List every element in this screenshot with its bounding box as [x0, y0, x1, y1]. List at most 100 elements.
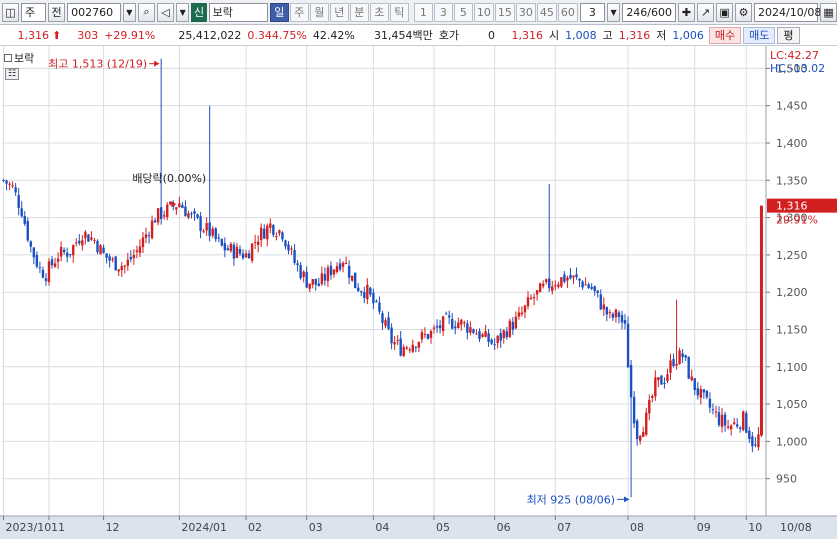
candle-body	[96, 240, 99, 253]
open-label: 시	[549, 29, 560, 42]
calendar-icon[interactable]: ▦	[820, 2, 837, 22]
candle-body	[563, 274, 566, 282]
legend-hc: HC:-13.02	[770, 62, 826, 75]
last-candle-body	[759, 205, 763, 436]
candle-body	[17, 195, 20, 208]
candle-body	[399, 338, 402, 356]
candle-body	[578, 278, 581, 281]
candle-body	[193, 211, 196, 214]
high-label: 고	[602, 29, 613, 42]
interval-tab-45[interactable]: 45	[536, 2, 557, 22]
candle-body	[669, 360, 672, 373]
interval-tab-10[interactable]: 10	[473, 2, 494, 22]
search-icon[interactable]: ⌕	[138, 2, 156, 22]
candle-body	[81, 240, 84, 246]
line-tool-icon[interactable]: ↗	[697, 2, 715, 22]
candle-body	[26, 220, 29, 241]
candle-body	[611, 313, 615, 318]
candle-body	[205, 223, 208, 231]
crosshair-icon[interactable]: ✚	[678, 2, 696, 22]
candle-body	[156, 208, 160, 223]
legend-toggle-icon[interactable]	[4, 54, 12, 62]
period-tab-4[interactable]: 분	[349, 2, 369, 22]
candle-body	[675, 363, 678, 366]
save-icon[interactable]: ▣	[716, 2, 734, 22]
candlestick-chart[interactable]: 1,5001,4501,4001,3501,3001,2501,2001,150…	[0, 46, 837, 539]
candle-body	[250, 243, 254, 261]
candle-body	[363, 292, 366, 299]
period-tab-3[interactable]: 년	[329, 2, 349, 22]
candle-body	[708, 398, 712, 408]
sound-icon[interactable]: ◁	[157, 2, 175, 22]
candle-body	[93, 240, 96, 242]
candle-body	[481, 334, 484, 337]
interval-tab-5[interactable]: 5	[453, 2, 473, 22]
candle-body	[620, 315, 624, 323]
candle-body	[463, 322, 466, 324]
price-chart[interactable]: 1,500 1,450 1,400 1,350 1,300 1,250 1,200 1,150…	[0, 46, 837, 539]
date-field[interactable]: 2024/10/08	[754, 2, 821, 22]
candle-body	[78, 240, 81, 244]
candle-body	[651, 396, 654, 398]
x-tick-label: 08	[630, 521, 644, 534]
candle-body	[751, 436, 754, 447]
candle-body	[441, 316, 445, 332]
volume-ratio: 0.344.75%	[247, 28, 307, 42]
candle-body	[523, 305, 527, 313]
candle-body	[520, 312, 524, 315]
sound-dropdown-icon[interactable]: ▼	[176, 2, 190, 22]
candle-body	[323, 274, 327, 281]
volume: 25,412,022	[178, 28, 242, 42]
candle-body	[314, 278, 317, 285]
candle-body	[208, 222, 211, 237]
candle-body	[123, 265, 126, 267]
candle-body	[454, 326, 457, 329]
open-value: 1,008	[565, 28, 597, 42]
interval-dropdown-icon[interactable]: ▼	[606, 2, 621, 22]
candle-body	[147, 235, 151, 237]
candle-body	[678, 350, 681, 365]
period-tab-2[interactable]: 월	[309, 2, 329, 22]
prev-button[interactable]: 전	[48, 2, 66, 22]
custom-interval-input[interactable]: 3	[579, 2, 605, 22]
change-value: 303	[77, 28, 99, 42]
candle-body	[129, 256, 133, 260]
candle-body	[642, 432, 645, 437]
candle-body	[308, 283, 311, 289]
indicator-list-icon[interactable]: ☷	[5, 68, 19, 80]
chart-layout-icon[interactable]: ◫	[2, 2, 19, 22]
hoga-value: 0	[488, 28, 496, 42]
candle-body	[426, 334, 430, 339]
code-dropdown-icon[interactable]: ▼	[122, 2, 137, 22]
candle-body	[120, 266, 123, 271]
stock-code-input[interactable]: 002760	[67, 2, 121, 22]
candle-body	[65, 252, 69, 257]
sell-button[interactable]: 매도	[743, 26, 776, 44]
interval-tab-3[interactable]: 3	[433, 2, 453, 22]
candle-body	[14, 187, 17, 193]
count-field[interactable]: 246/600	[622, 2, 677, 22]
eval-button[interactable]: 평	[777, 26, 800, 44]
candle-body	[390, 327, 393, 344]
y-tick-label: 1,450	[776, 100, 808, 113]
period-tab-0[interactable]: 일	[269, 2, 289, 22]
candle-body	[11, 185, 14, 187]
interval-tab-30[interactable]: 30	[515, 2, 536, 22]
candle-body	[353, 272, 357, 289]
period-tab-5[interactable]: 초	[369, 2, 389, 22]
x-tick-label: 2024/01	[181, 521, 227, 534]
interval-tab-1[interactable]: 1	[413, 2, 433, 22]
stock-name-field[interactable]: 보락	[208, 2, 268, 22]
candle-body	[472, 329, 475, 333]
period-tab-1[interactable]: 주	[289, 2, 309, 22]
gear-icon[interactable]: ⚙	[735, 2, 753, 22]
interval-tab-15[interactable]: 15	[494, 2, 515, 22]
period-tab-6[interactable]: 틱	[389, 2, 409, 22]
interval-tab-60[interactable]: 60	[557, 2, 578, 22]
candle-body	[411, 344, 415, 352]
hoga-price: 1,316	[511, 28, 544, 42]
market-select[interactable]: 주	[21, 2, 47, 22]
buy-button[interactable]: 매수	[708, 26, 742, 44]
candle-body	[648, 399, 651, 414]
candle-body	[475, 333, 478, 335]
